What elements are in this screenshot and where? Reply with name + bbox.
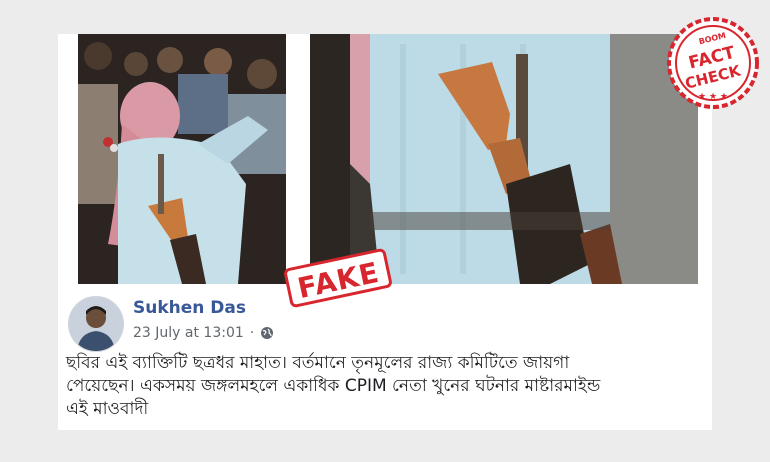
avatar[interactable] <box>68 296 124 352</box>
author-name[interactable]: Sukhen Das <box>133 298 246 318</box>
post-line-1: ছবির এই ব্যাক্তিটি ছত্রধর মাহাত। বর্তমান… <box>66 353 570 373</box>
meta-separator: · <box>249 325 255 341</box>
post-line-2: পেয়েছেন। একসময় জঙ্গলমহলে একাধিক CPIM ন… <box>66 376 601 396</box>
post-timestamp[interactable]: 23 July at 13:01 <box>133 325 244 341</box>
svg-text:★ ★ ★: ★ ★ ★ <box>698 92 728 102</box>
post-meta: 23 July at 13:01 · <box>133 323 274 343</box>
fact-check-badge: BOOM FACT CHECK ★ ★ ★ <box>664 14 762 112</box>
post-line-3: এই মাওবাদী <box>66 399 149 419</box>
post-photo-closeup[interactable] <box>310 34 698 284</box>
post-body: ছবির এই ব্যাক্তিটি ছত্রধর মাহাত। বর্তমান… <box>66 352 702 421</box>
post-photo-crowd[interactable] <box>78 34 286 284</box>
globe-icon[interactable] <box>260 326 274 340</box>
